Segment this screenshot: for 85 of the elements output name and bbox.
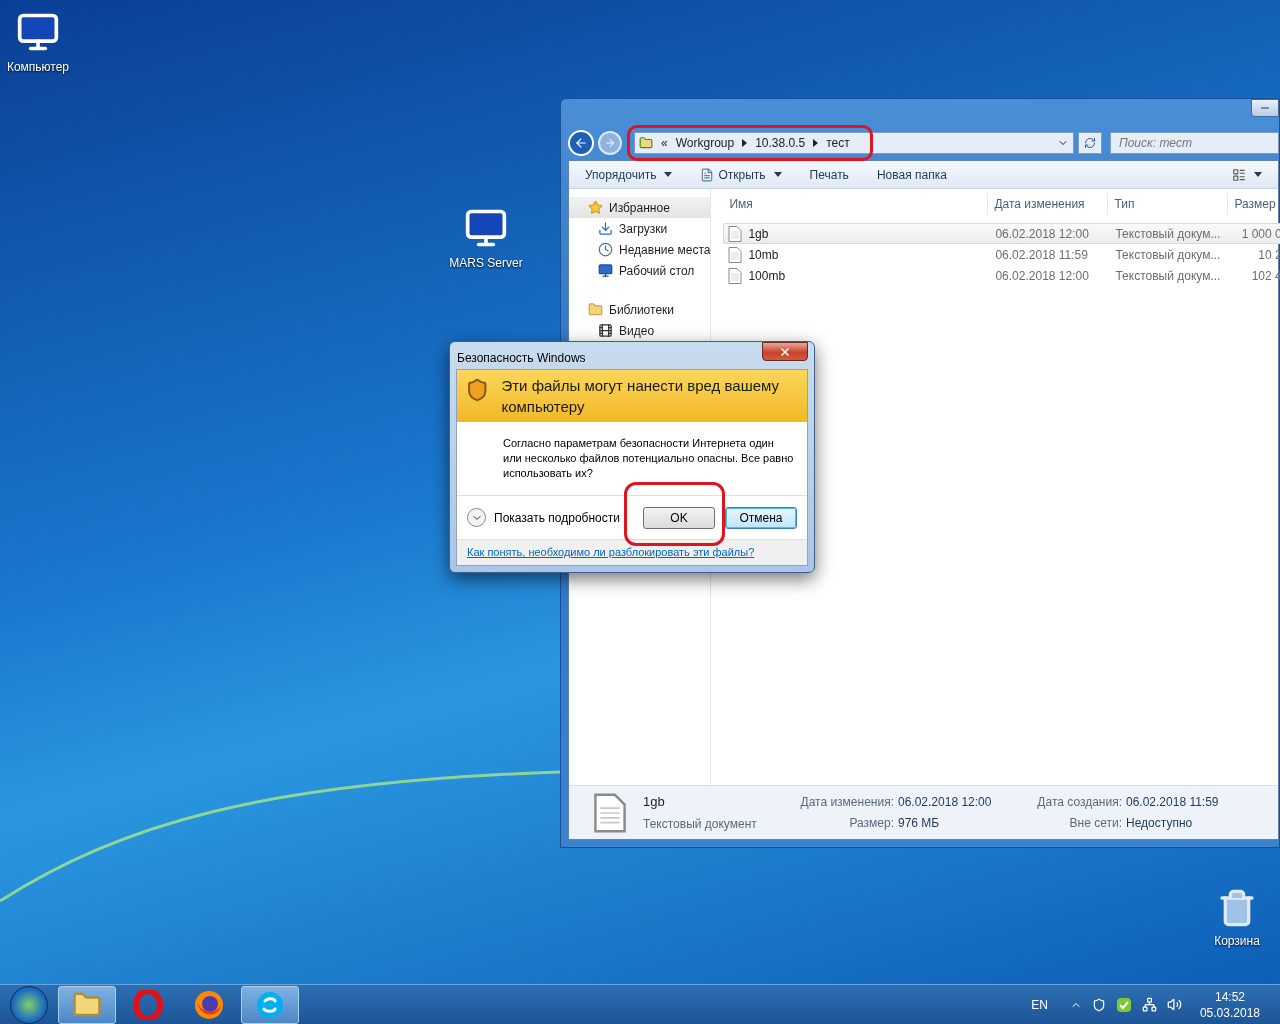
network-icon[interactable] — [1141, 997, 1157, 1012]
desktop-icon-label[interactable]: MARS Server — [449, 254, 523, 272]
dropdown-arrow-icon — [773, 172, 782, 177]
toolbar-button[interactable]: Упорядочить — [577, 161, 681, 188]
refresh-button[interactable] — [1078, 132, 1102, 154]
warning-heading: Эти файлы могут нанести вред вашему компьютеру — [501, 376, 780, 417]
close-icon — [779, 345, 791, 358]
back-button[interactable] — [568, 130, 594, 156]
clock-icon — [598, 242, 613, 257]
details-value: 06.02.2018 11:59 — [1126, 794, 1220, 811]
details-label: Дата создания: — [1036, 794, 1122, 811]
film-icon — [598, 323, 613, 338]
modified-date: 06.02.2018 12:00 — [995, 268, 1089, 283]
details-file-name: 1gb — [643, 793, 666, 812]
toolbar-button[interactable]: Печать — [801, 161, 857, 188]
warning-message: Согласно параметрам безопасности Интернета один или несколько файлов потенциально опасны. Все равно использовать их? — [503, 436, 795, 481]
address-overflow[interactable]: « — [661, 134, 668, 152]
details-file-type: Текстовый документ — [643, 815, 758, 833]
details-value: Недоступно — [1126, 815, 1194, 832]
minimize-button[interactable] — [1251, 99, 1279, 117]
view-list-icon — [1232, 167, 1246, 182]
close-button[interactable] — [762, 342, 808, 361]
shield-icon[interactable] — [1091, 997, 1106, 1012]
ring-logo-icon — [133, 989, 163, 1020]
file-name: 100mb — [748, 267, 786, 285]
modified-date: 06.02.2018 11:59 — [995, 247, 1088, 262]
forward-arrow-icon — [604, 137, 616, 149]
navigation-item[interactable]: Рабочий стол — [569, 260, 711, 281]
language-indicator[interactable]: EN — [1031, 995, 1048, 1014]
folder-icon — [588, 302, 603, 317]
notepad-icon — [700, 167, 715, 182]
dialog-button[interactable]: Отмена — [725, 506, 797, 529]
file-type: Текстовый докум... — [1115, 268, 1221, 283]
breadcrumb-item[interactable]: Workgroup — [675, 134, 735, 152]
navigation-item[interactable]: Загрузки — [569, 218, 711, 239]
taskbar-app-button[interactable] — [58, 985, 116, 1024]
monitor-icon — [598, 263, 613, 278]
file-name: 10mb — [748, 246, 779, 264]
address-bar[interactable]: « Workgroup 10.38.0.5 тест — [634, 132, 1074, 154]
details-value: 976 МБ — [898, 815, 941, 832]
desktop-icon-label[interactable]: Компьютер — [6, 58, 70, 76]
column-header[interactable]: Дата изменения — [988, 193, 1109, 215]
breadcrumb-arrow-icon — [813, 139, 819, 147]
refresh-icon — [1084, 137, 1096, 149]
forward-button[interactable] — [598, 131, 622, 155]
start-button[interactable] — [10, 985, 48, 1024]
toolbar-button[interactable]: Новая папка — [868, 161, 955, 188]
dialog-button[interactable]: OK — [643, 506, 715, 529]
navigation-group[interactable]: Избранное — [569, 197, 711, 218]
clock[interactable]: 14:52 05.03.2018 — [1199, 988, 1260, 1021]
network-folder-icon — [639, 136, 653, 150]
modified-date: 06.02.2018 12:00 — [995, 226, 1089, 241]
document-icon — [728, 246, 743, 263]
download-folder-icon — [598, 221, 613, 236]
dropdown-arrow-icon — [1254, 172, 1262, 177]
column-header[interactable]: Имя — [723, 193, 989, 215]
breadcrumb-arrow-icon — [742, 139, 748, 147]
back-arrow-icon — [574, 136, 588, 150]
navigation-group[interactable]: Библиотеки — [569, 299, 711, 320]
document-icon — [728, 267, 743, 284]
toolbar-button[interactable]: Открыть — [692, 161, 790, 188]
file-type: Текстовый докум... — [1115, 247, 1221, 262]
details-label: Дата изменения: — [799, 794, 894, 811]
speaker-icon[interactable] — [1166, 997, 1182, 1012]
navigation-item[interactable]: Недавние места — [569, 239, 711, 260]
document-icon — [728, 225, 743, 242]
breadcrumb-item[interactable]: тест — [826, 134, 850, 152]
file-type: Текстовый докум... — [1115, 226, 1221, 241]
details-label: Размер: — [848, 815, 894, 832]
dropdown-arrow-icon — [664, 172, 673, 177]
column-header[interactable]: Размер — [1228, 193, 1280, 215]
document-icon — [593, 791, 627, 834]
navigation-item[interactable]: Видео — [569, 320, 711, 341]
details-value: 06.02.2018 12:00 — [898, 794, 993, 811]
dialog-title: Безопасность Windows — [457, 350, 586, 367]
breadcrumb-item[interactable]: 10.38.0.5 — [755, 134, 806, 152]
desktop-icon-label[interactable]: Корзина — [1214, 932, 1260, 950]
column-header[interactable]: Тип — [1108, 193, 1229, 215]
star-icon — [588, 200, 603, 215]
checkmark-tray-icon[interactable] — [1115, 996, 1132, 1013]
details-toggle[interactable]: Показать подробности — [467, 508, 620, 527]
taskbar-app-button[interactable] — [241, 985, 299, 1024]
details-label: Вне сети: — [1068, 815, 1122, 832]
file-name: 1gb — [748, 225, 769, 243]
search-field[interactable]: Поиск: тест — [1110, 132, 1279, 154]
